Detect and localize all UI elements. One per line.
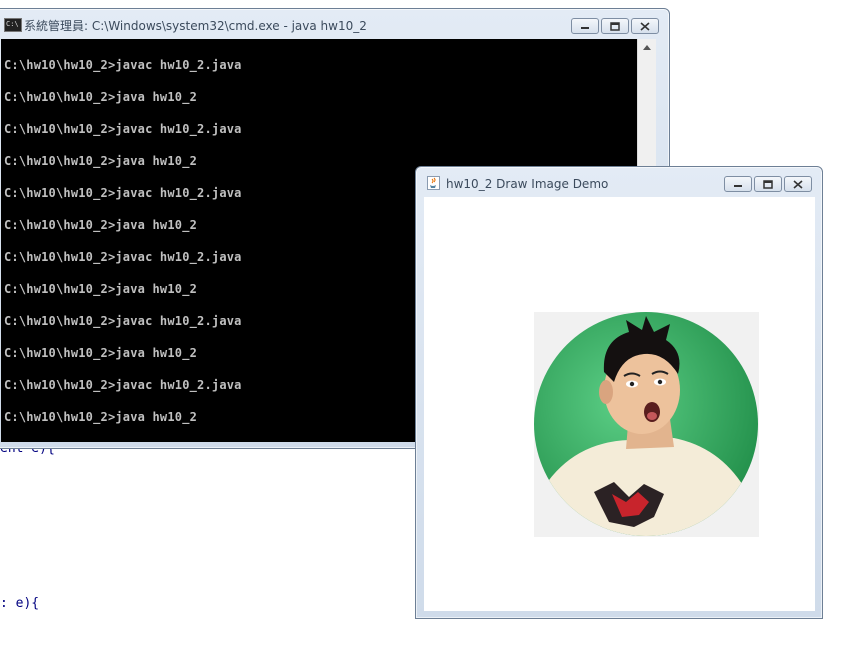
console-line: C:\hw10\hw10_2>javac hw10_2.java [4, 122, 242, 136]
java-canvas [424, 197, 815, 611]
java-titlebar[interactable]: hw10_2 Draw Image Demo [416, 167, 822, 197]
console-line: C:\hw10\hw10_2>javac hw10_2.java [4, 186, 242, 200]
cmd-window-title: 系統管理員: C:\Windows\system32\cmd.exe - jav… [24, 19, 367, 33]
scroll-up-arrow-icon[interactable] [643, 45, 651, 50]
maximize-icon [610, 21, 620, 31]
java-cup-icon [427, 176, 440, 190]
close-button[interactable] [784, 176, 812, 192]
java-caption-buttons [724, 176, 812, 192]
console-line: C:\hw10\hw10_2>java hw10_2 [4, 218, 198, 232]
minimize-button[interactable] [571, 18, 599, 34]
close-button[interactable] [631, 18, 659, 34]
minimize-button[interactable] [724, 176, 752, 192]
maximize-icon [763, 179, 773, 189]
console-line: C:\hw10\hw10_2>javac hw10_2.java [4, 314, 242, 328]
minimize-icon [734, 185, 742, 187]
maximize-button[interactable] [601, 18, 629, 34]
cmd-icon: C:\ [4, 18, 22, 32]
console-line: C:\hw10\hw10_2>java hw10_2 [4, 154, 198, 168]
cmd-titlebar[interactable]: C:\ 系統管理員: C:\Windows\system32\cmd.exe -… [0, 9, 669, 39]
close-icon [640, 21, 650, 31]
minimize-icon [581, 27, 589, 29]
java-frame-window: hw10_2 Draw Image Demo [415, 166, 823, 619]
cmd-caption-buttons [571, 18, 659, 34]
surprised-man-circle-image [534, 312, 758, 536]
drawn-image [534, 312, 759, 537]
close-icon [793, 179, 803, 189]
console-line: C:\hw10\hw10_2>java hw10_2 [4, 90, 198, 104]
console-line: C:\hw10\hw10_2>java hw10_2 [4, 346, 198, 360]
console-line: C:\hw10\hw10_2>java hw10_2 [4, 410, 198, 424]
background-code-line-2: : e){ [0, 596, 40, 611]
java-window-title: hw10_2 Draw Image Demo [446, 177, 609, 191]
console-line: C:\hw10\hw10_2>javac hw10_2.java [4, 58, 242, 72]
console-line: C:\hw10\hw10_2>javac hw10_2.java [4, 378, 242, 392]
console-line: C:\hw10\hw10_2>java hw10_2 [4, 282, 198, 296]
maximize-button[interactable] [754, 176, 782, 192]
console-line: C:\hw10\hw10_2>javac hw10_2.java [4, 250, 242, 264]
